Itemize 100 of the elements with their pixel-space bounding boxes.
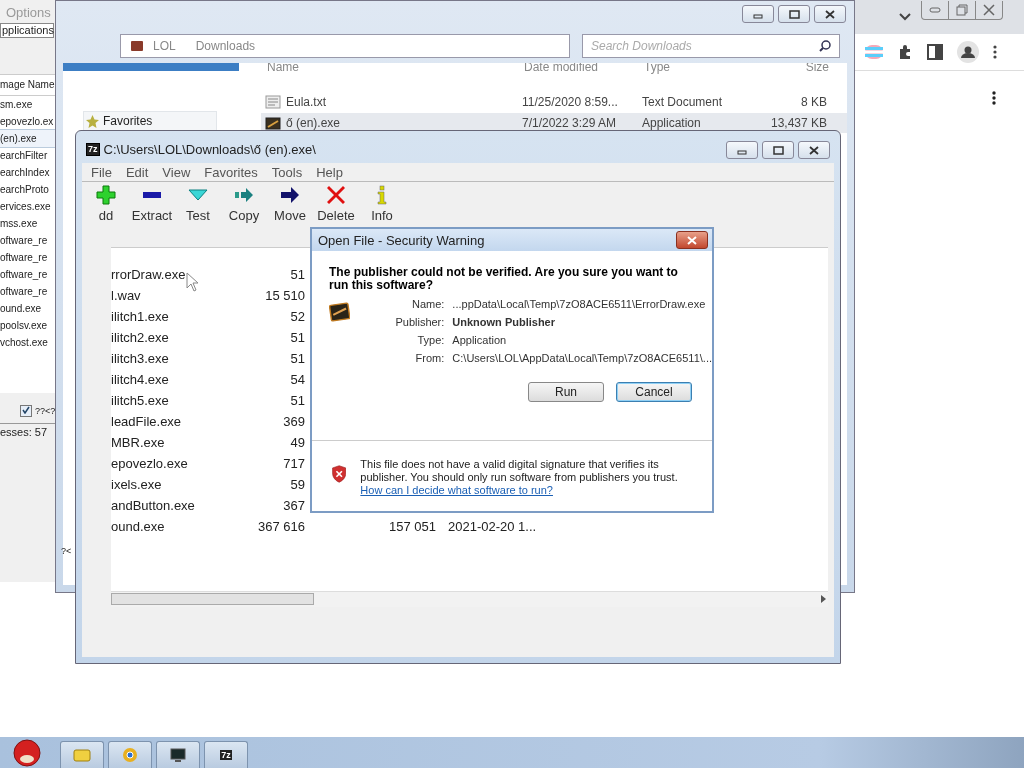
menu-icon[interactable]	[993, 45, 997, 59]
file-size: 367 616	[257, 518, 305, 536]
process-row[interactable]: oftware_re	[0, 232, 57, 249]
column-header[interactable]: Type	[644, 63, 744, 77]
field-value: ...ppData\Local\Temp\7zO8ACE6511\ErrorDraw.exe	[452, 298, 707, 310]
menu-item[interactable]: View	[162, 164, 191, 180]
modified-date: 2021-02-20 1...	[447, 518, 538, 536]
file-name: ound.exe	[111, 518, 165, 536]
field-label: From:	[414, 352, 445, 364]
warning-heading: The publisher could not be verified. Are you sure you want to run this software?	[328, 264, 679, 292]
column-header[interactable]: Name	[267, 63, 524, 77]
file-size: 49	[289, 434, 305, 452]
scrollbar-thumb[interactable]	[111, 593, 314, 605]
process-row[interactable]: epovezlo.ex	[0, 113, 57, 130]
extensions-icon[interactable]	[897, 44, 913, 60]
dialog-title: Open File - Security Warning	[318, 232, 485, 248]
menu-item[interactable]: Favorites	[204, 164, 258, 180]
process-row[interactable]: oftware_re	[0, 249, 57, 266]
address-bar[interactable]: LOL Downloads	[120, 34, 570, 58]
process-row[interactable]: poolsv.exe	[0, 317, 57, 334]
minimize-button[interactable]	[726, 141, 758, 159]
file-size: 717	[282, 455, 305, 473]
run-button[interactable]: Run	[528, 382, 604, 402]
search-icon[interactable]	[819, 40, 831, 52]
close-button[interactable]	[798, 141, 830, 159]
file-size: 367	[282, 497, 305, 515]
process-row[interactable]: mss.exe	[0, 215, 57, 232]
cancel-button[interactable]: Cancel	[616, 382, 692, 402]
column-header[interactable]: Date modified	[524, 63, 644, 77]
menu-item[interactable]: Edit	[125, 164, 149, 180]
process-row[interactable]: sm.exe	[0, 96, 57, 113]
arrow-icon	[280, 185, 300, 205]
menu-item[interactable]: File	[91, 164, 112, 180]
tab[interactable]: pplications	[0, 23, 54, 38]
process-row[interactable]: oftware_re	[0, 266, 57, 283]
file-row[interactable]: ő (en).exe 7/1/2022 3:29 AM Application 13,437 KB	[261, 113, 847, 133]
maximize-icon	[788, 9, 800, 19]
file-size: 52	[289, 308, 305, 326]
help-link[interactable]: How can I decide what software to run?	[360, 484, 702, 497]
process-row[interactable]: vchost.exe	[0, 334, 57, 351]
breadcrumb[interactable]: LOL	[153, 39, 176, 53]
field-label: Name:	[410, 298, 445, 310]
file-name: ilitch3.exe	[111, 350, 169, 368]
cross-icon	[326, 185, 346, 205]
file-name: ő (en).exe	[286, 116, 341, 130]
start-orb-icon[interactable]	[12, 738, 42, 767]
taskbar-button[interactable]	[156, 741, 200, 768]
more-options-icon[interactable]	[992, 91, 996, 105]
maximize-button[interactable]	[778, 5, 810, 23]
app-logo: 7z	[86, 143, 100, 156]
toolbar-button[interactable]: Move	[267, 182, 313, 226]
file-row[interactable]: Eula.txt 11/25/2020 8:59... Text Document 8 KB	[261, 92, 847, 112]
toolbar-button[interactable]: Info	[359, 182, 405, 226]
cursor-icon	[186, 272, 200, 292]
star-icon	[86, 114, 99, 128]
toolbar-button[interactable]: Delete	[313, 182, 359, 226]
checkbox[interactable]	[20, 405, 32, 417]
close-button[interactable]	[676, 231, 708, 249]
maximize-button[interactable]	[762, 141, 794, 159]
field-value: C:\Users\LOL\AppData\Local\Temp\7zO8ACE6511\...	[452, 352, 712, 364]
process-row[interactable]: earchProto	[0, 181, 57, 198]
avatar-icon[interactable]	[957, 41, 979, 63]
chevron-down-icon[interactable]	[899, 13, 911, 21]
breadcrumb[interactable]: Downloads	[195, 39, 256, 53]
file-size: 51	[289, 329, 305, 347]
minimize-button[interactable]	[742, 5, 774, 23]
file-name: rrorDraw.exe	[111, 266, 186, 284]
plus-icon	[96, 185, 116, 205]
window-title: C:\Users\LOL\Downloads\ő (en).exe\	[103, 142, 316, 157]
arrow-icon	[234, 185, 254, 205]
checkbox-label: ??<?	[35, 406, 56, 416]
folder-icon	[72, 746, 92, 764]
toolbar-button[interactable]: Test	[175, 182, 221, 226]
file-date: 11/25/2020 8:59...	[522, 95, 619, 109]
field-label: Publisher:	[394, 316, 445, 328]
process-row[interactable]: (en).exe	[0, 130, 57, 147]
toolbar-button[interactable]: Extract	[129, 182, 175, 226]
sidebar-item[interactable]: Favorites	[83, 111, 217, 131]
field-value: Application	[452, 334, 508, 346]
file-size: 51	[289, 392, 305, 410]
menu-item[interactable]: Help	[316, 164, 343, 180]
process-row[interactable]: earchFilter	[0, 147, 57, 164]
status-text: ?<	[61, 546, 72, 556]
toolbar-button[interactable]: dd	[83, 182, 129, 226]
process-row[interactable]: earchIndex	[0, 164, 57, 181]
warning-text: This file does not have a valid digital signature that verifies its publisher. You should only run software from publishers you trust.	[360, 458, 679, 484]
file-name: ixels.exe	[111, 476, 162, 494]
process-row[interactable]: oftware_re	[0, 283, 57, 300]
arrow-right-icon[interactable]	[821, 595, 826, 603]
file-size: 13,437 KB	[769, 116, 827, 130]
menu-item[interactable]: Tools	[271, 164, 303, 180]
file-name: epovezlo.exe	[111, 455, 188, 473]
column-header[interactable]: Size	[744, 63, 829, 77]
field-label: Type:	[416, 334, 445, 346]
taskbar-button[interactable]: 7z	[204, 741, 248, 768]
close-button[interactable]	[814, 5, 846, 23]
process-row[interactable]: ound.exe	[0, 300, 57, 317]
toolbar-button[interactable]: Copy	[221, 182, 267, 226]
side-panel-icon[interactable]	[927, 44, 943, 60]
process-row[interactable]: ervices.exe	[0, 198, 57, 215]
